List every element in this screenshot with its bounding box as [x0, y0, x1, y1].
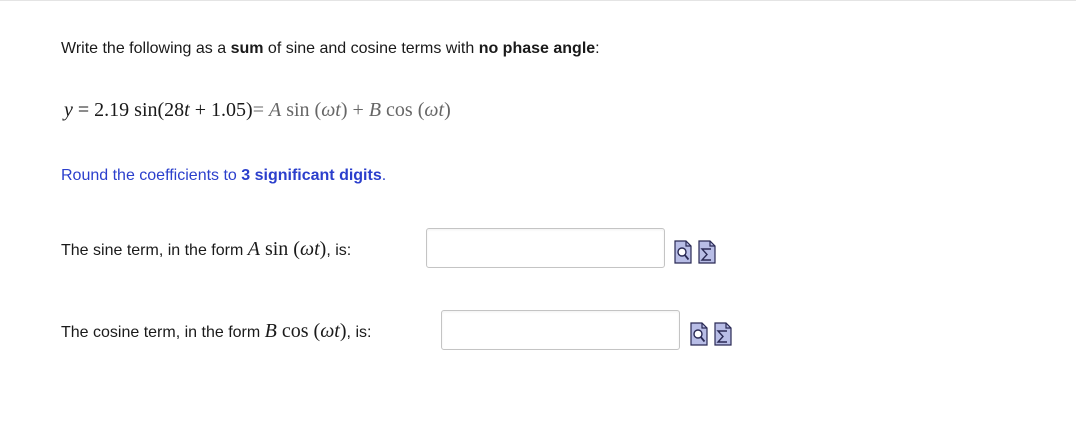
equation-coef-a: A — [268, 99, 282, 121]
sine-form-math: A sin (ωt) — [248, 238, 327, 260]
equation: y = 2.19 sin(28t + 1.05)= A sin (ωt) + B… — [64, 99, 451, 122]
equation-equals: = — [72, 99, 95, 121]
equation-omega-t: ωt — [424, 99, 445, 121]
cosine-label-prefix: The cosine term, in the form — [61, 324, 265, 341]
cosine-form-coef-b: B — [264, 320, 277, 342]
cosine-form-omega-t: ωt — [320, 320, 340, 342]
cosine-form-func: cos ( — [276, 320, 321, 342]
cosine-label-suffix: , is: — [346, 324, 372, 341]
sigma-formula-icon[interactable] — [714, 322, 732, 346]
equation-rhs: = A sin (ωt) + B cos (ωt) — [253, 99, 451, 121]
equation-plus: + — [189, 99, 212, 121]
cosine-form-close: ) — [339, 320, 347, 342]
instruction-text-part: Write the following as a — [61, 40, 231, 57]
rounding-note: Round the coefficients to 3 significant … — [61, 167, 386, 185]
equation-amplitude: 2.19 — [94, 99, 130, 121]
rounding-note-part: . — [381, 167, 387, 184]
top-divider — [0, 0, 1076, 1]
rounding-note-part: Round the coefficients to — [61, 167, 242, 184]
equation-equals-2: = — [252, 99, 269, 121]
sine-form-omega-t: ωt — [299, 238, 320, 260]
cosine-term-input[interactable] — [441, 310, 680, 350]
sigma-formula-icon[interactable] — [698, 240, 716, 264]
instruction-text-part: of sine and cosine terms with — [263, 40, 479, 57]
sine-label-suffix: , is: — [326, 242, 352, 259]
equation-rhs-sin: sin ( — [281, 99, 322, 121]
equation-coef-b: B — [368, 99, 382, 121]
equation-omega-t: ωt — [321, 99, 341, 121]
equation-phase: 1.05) — [211, 99, 253, 121]
cosine-term-label: The cosine term, in the form B cos (ωt),… — [61, 320, 371, 343]
equation-var-y: y — [64, 99, 73, 121]
equation-rhs-plus: ) + — [340, 99, 369, 121]
equation-rhs-close: ) — [444, 99, 451, 121]
magnify-preview-icon[interactable] — [674, 240, 692, 264]
instruction-text: Write the following as a sum of sine and… — [61, 40, 600, 58]
sine-term-input[interactable] — [426, 228, 665, 268]
sine-form-coef-a: A — [247, 238, 260, 260]
sine-term-label: The sine term, in the form A sin (ωt), i… — [61, 238, 351, 261]
instruction-bold-sum: sum — [230, 40, 264, 57]
equation-rhs-cos: cos ( — [381, 99, 425, 121]
sine-form-func: sin ( — [259, 238, 300, 260]
instruction-text-part: : — [595, 40, 600, 57]
sine-label-prefix: The sine term, in the form — [61, 242, 248, 259]
magnify-preview-icon[interactable] — [690, 322, 708, 346]
instruction-bold-no-phase: no phase angle — [478, 40, 596, 57]
cosine-form-math: B cos (ωt) — [265, 320, 347, 342]
rounding-note-bold: 3 significant digits — [241, 167, 382, 184]
equation-sin-func: sin(28 — [129, 99, 185, 121]
